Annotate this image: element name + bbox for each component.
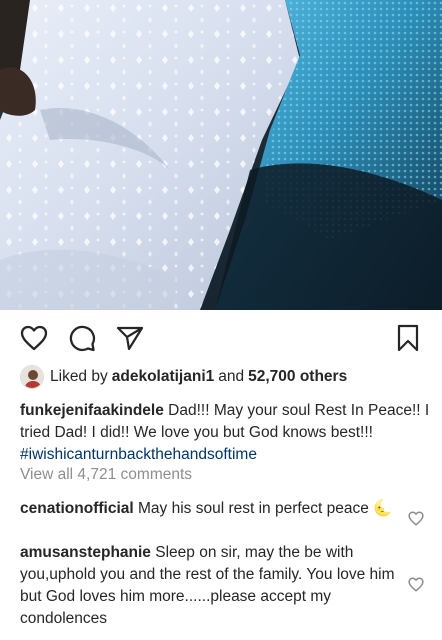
- post-photo[interactable]: [0, 0, 442, 310]
- liked-by-prefix: Liked by: [50, 368, 108, 385]
- paper-plane-icon: [116, 326, 144, 351]
- liked-by-username[interactable]: adekolatijani1: [112, 368, 215, 385]
- save-button[interactable]: [392, 322, 424, 354]
- small-heart-icon: [408, 577, 424, 592]
- post-caption: funkejenifaakindele Dad!!! May your soul…: [20, 400, 430, 466]
- caption-username[interactable]: funkejenifaakindele: [20, 402, 164, 419]
- caption-hashtag[interactable]: #iwishicanturnbackthehandsoftime: [20, 446, 257, 463]
- post-action-bar: [0, 318, 442, 358]
- comment-username[interactable]: cenationofficial: [20, 500, 134, 517]
- likes-summary: Liked by adekolatijani1 and 52,700 other…: [20, 365, 347, 389]
- photo-image: [0, 0, 442, 310]
- comment-item: amusanstephanie Sleep on sir, may the be…: [20, 542, 398, 630]
- comment-button[interactable]: [66, 322, 98, 354]
- comment-item: cenationofficial May his soul rest in pe…: [20, 498, 398, 520]
- bookmark-icon: [397, 324, 419, 352]
- view-all-comments-link[interactable]: View all 4,721 comments: [20, 466, 192, 484]
- like-button[interactable]: [18, 322, 50, 354]
- liker-avatar[interactable]: [20, 365, 44, 389]
- small-heart-icon: [408, 511, 424, 526]
- share-button[interactable]: [114, 322, 146, 354]
- liked-by-and: and: [218, 368, 245, 385]
- heart-outline-icon: [20, 325, 48, 351]
- comment-bubble-icon: [69, 325, 96, 352]
- comment-like-button[interactable]: [408, 511, 424, 527]
- comment-like-button[interactable]: [408, 577, 424, 593]
- comment-username[interactable]: amusanstephanie: [20, 544, 151, 561]
- comment-text: May his soul rest in perfect peace 🌜: [138, 500, 393, 517]
- likes-count[interactable]: 52,700 others: [248, 368, 347, 386]
